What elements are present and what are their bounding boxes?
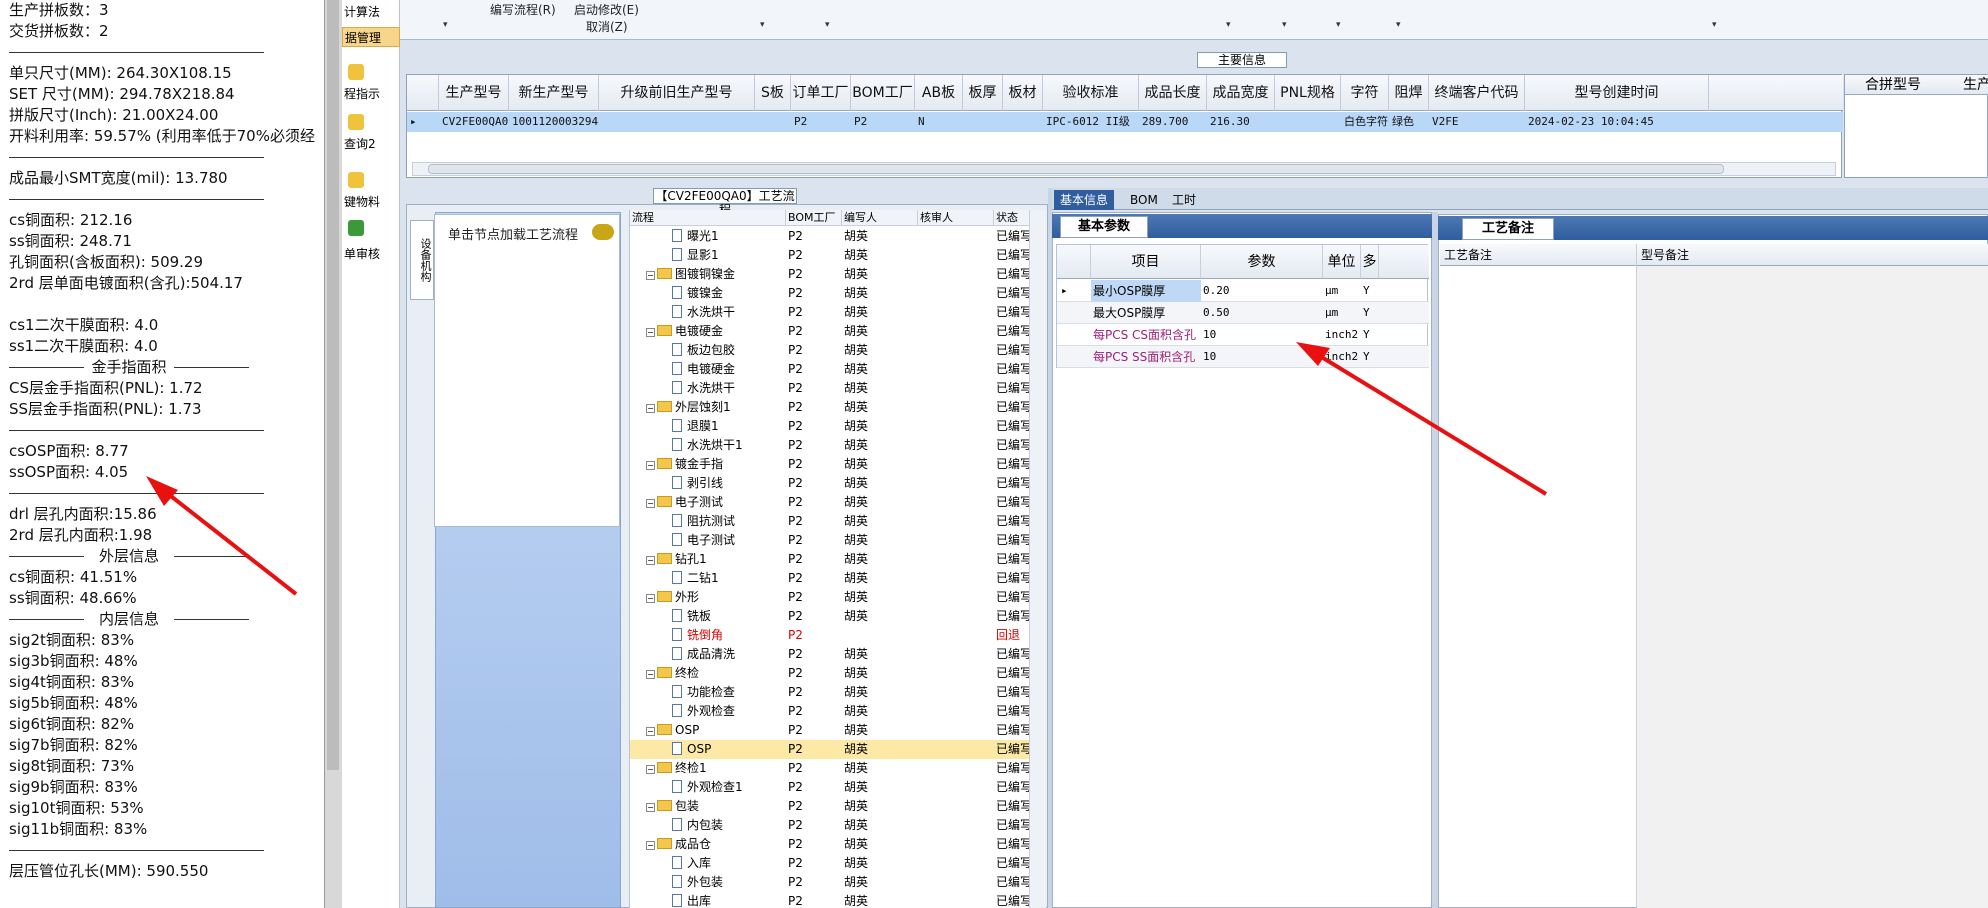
- red-arrow-head: [146, 476, 178, 506]
- red-arrow-shaft: [1308, 348, 1548, 496]
- annotation-arrows: [146, 342, 1548, 596]
- red-arrow-shaft: [156, 484, 298, 596]
- red-arrow-head: [1296, 342, 1330, 366]
